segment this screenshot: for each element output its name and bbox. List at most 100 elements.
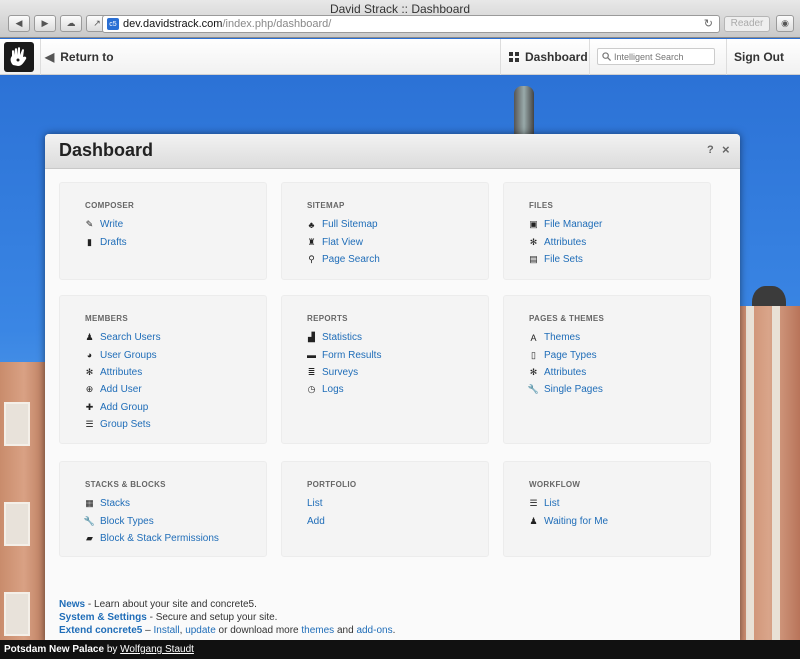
- dashboard-link[interactable]: 🔧 Single Pages: [528, 381, 603, 398]
- update-link[interactable]: update: [185, 625, 216, 636]
- dashboard-link[interactable]: Dashboard: [500, 39, 590, 75]
- section-title: FILES: [529, 201, 554, 210]
- dashboard-link[interactable]: ≣ Surveys: [307, 364, 381, 381]
- author-link[interactable]: Wolfgang Staudt: [120, 644, 194, 655]
- section-title: PAGES & THEMES: [529, 314, 605, 323]
- dashboard-link-label: Logs: [322, 384, 344, 396]
- forward-button[interactable]: ▶: [34, 15, 56, 32]
- dashboard-link[interactable]: ♟ Search Users: [85, 329, 161, 346]
- dashboard-link[interactable]: ▦ Stacks: [85, 495, 219, 512]
- back-arrow-icon: ◀: [15, 18, 23, 28]
- close-button[interactable]: ×: [722, 142, 730, 157]
- dashboard-link[interactable]: ♟ Waiting for Me: [529, 512, 608, 529]
- themes-link[interactable]: themes: [301, 625, 334, 636]
- url-host: dev.davidstrack.com: [123, 18, 223, 30]
- install-link[interactable]: Install: [154, 625, 180, 636]
- dashboard-link[interactable]: ▟ Statistics: [307, 329, 381, 346]
- dashboard-link[interactable]: ✻ Attributes: [529, 233, 602, 250]
- palace-right-wall: [738, 306, 800, 640]
- dashboard-link[interactable]: ▮ Drafts: [85, 233, 127, 250]
- dashboard-link-label: Attributes: [100, 366, 143, 378]
- dashboard-section: PORTFOLIO List Add: [281, 461, 489, 557]
- dashboard-link-label: Full Sitemap: [322, 219, 378, 231]
- picture-icon: ▣: [529, 219, 538, 230]
- dashboard-link[interactable]: ▬ Form Results: [307, 346, 381, 363]
- url-bar[interactable]: c5 dev.davidstrack.com/index.php/dashboa…: [102, 15, 720, 33]
- share-icon: ↗: [93, 18, 101, 28]
- dashboard-link-label: Page Search: [322, 253, 380, 265]
- section-title: PORTFOLIO: [307, 480, 357, 489]
- dashboard-link-label: Block & Stack Permissions: [100, 532, 219, 544]
- dashboard-link-label: Statistics: [322, 332, 363, 344]
- dashboard-section: STACKS & BLOCKS ▦ Stacks 🔧 Block Types ▰ Block…: [59, 461, 267, 557]
- dashboard-section: FILES ▣ File Manager ✻ Attributes ▤ File Sets: [503, 182, 711, 280]
- intelligent-search-box[interactable]: [597, 48, 715, 65]
- dashboard-link[interactable]: ▯ Page Types: [529, 346, 603, 363]
- dashboard-link[interactable]: ✎ Write: [85, 216, 127, 233]
- briefcase-icon: ▬: [307, 350, 316, 361]
- dashboard-link[interactable]: ⊕ Add User: [85, 381, 161, 398]
- dashboard-link[interactable]: ▣ File Manager: [529, 216, 602, 233]
- footer-settings-line: System & Settings - Secure and setup you…: [59, 611, 395, 624]
- search-input[interactable]: [614, 51, 714, 62]
- dashboard-link-label: Single Pages: [544, 384, 603, 396]
- palace-column: [772, 306, 780, 640]
- plus-icon: ✚: [85, 401, 94, 412]
- dashboard-panel: Dashboard ? × COMPOSER ✎ Write ▮ Drafts SITEM…: [45, 134, 740, 644]
- dashboard-link-label: Flat View: [322, 236, 363, 248]
- dashboard-link-label: Write: [100, 219, 124, 231]
- concrete5-toolbar: ◀Return to Website Dashboard Sign Out: [0, 39, 800, 100]
- period-text: .: [392, 625, 396, 636]
- hand-logo-icon: [10, 47, 27, 66]
- return-to-website-link[interactable]: ◀Return to Website: [40, 39, 162, 100]
- sitemap-icon: ♣: [308, 219, 315, 230]
- dashboard-link[interactable]: ▤ File Sets: [529, 251, 602, 268]
- file-icon: ▯: [531, 349, 536, 360]
- back-button[interactable]: ◀: [8, 15, 30, 32]
- help-button[interactable]: ?: [707, 144, 714, 156]
- gear-icon: ✻: [529, 366, 538, 377]
- section-title: STACKS & BLOCKS: [85, 480, 166, 489]
- globe-icon: ◕: [86, 350, 93, 361]
- system-settings-link[interactable]: System & Settings: [59, 612, 147, 623]
- section-link-list: A Themes ▯ Page Types ✻ Attributes 🔧 Single Pag…: [528, 329, 603, 399]
- footer-extend-line: Extend concrete5 – Install, update or do…: [59, 624, 395, 637]
- reader-button[interactable]: Reader: [724, 16, 770, 32]
- user-icon: ♟: [529, 515, 538, 526]
- dashboard-link[interactable]: ☰ Group Sets: [85, 416, 161, 433]
- extend-concrete5-link[interactable]: Extend concrete5: [59, 625, 142, 636]
- dashboard-link[interactable]: ☰ List: [529, 495, 608, 512]
- dashboard-link[interactable]: ✻ Attributes: [529, 364, 603, 381]
- dashboard-link[interactable]: List: [307, 495, 325, 512]
- dashboard-link-label: List: [307, 498, 323, 510]
- dashboard-link[interactable]: A Themes: [529, 329, 603, 346]
- list-icon: ☰: [529, 498, 538, 509]
- dashboard-link[interactable]: ✚ Add Group: [85, 399, 161, 416]
- dashboard-link[interactable]: ◷ Logs: [307, 381, 381, 398]
- clock-icon: ◷: [307, 384, 316, 395]
- dashboard-link[interactable]: 🔧 Block Types: [84, 512, 219, 529]
- dashboard-link[interactable]: ✻ Attributes: [85, 364, 161, 381]
- dashboard-link[interactable]: ♜ Flat View: [307, 233, 380, 250]
- icloud-button[interactable]: ☁: [60, 15, 82, 32]
- section-link-list: ♣ Full Sitemap ♜ Flat View ⚲ Page Search: [307, 216, 380, 268]
- section-link-list: ▟ Statistics ▬ Form Results ≣ Surveys ◷ Logs: [307, 329, 381, 399]
- dashboard-link[interactable]: ⚲ Page Search: [307, 251, 380, 268]
- concrete5-logo[interactable]: [4, 42, 34, 72]
- news-link[interactable]: News: [59, 599, 85, 610]
- sign-out-link[interactable]: Sign Out: [726, 39, 800, 75]
- download-icon: ◉: [781, 18, 789, 28]
- dashboard-link[interactable]: Add: [307, 512, 325, 529]
- dashboard-link[interactable]: ♣ Full Sitemap: [307, 216, 380, 233]
- forward-arrow-icon: ▶: [41, 18, 49, 28]
- reload-icon[interactable]: ↻: [704, 17, 713, 30]
- dashboard-link-label: Attributes: [544, 366, 587, 378]
- dashboard-link-label: Form Results: [322, 349, 382, 361]
- addons-link[interactable]: add-ons: [356, 625, 392, 636]
- dashboard-link[interactable]: ▰ Block & Stack Permissions: [85, 530, 219, 547]
- section-title: SITEMAP: [307, 201, 345, 210]
- dashboard-link-label: Search Users: [100, 332, 161, 344]
- downloads-button[interactable]: ◉: [776, 15, 794, 32]
- panel-header: Dashboard ? ×: [45, 134, 740, 169]
- dashboard-link[interactable]: ◕ User Groups: [85, 346, 161, 363]
